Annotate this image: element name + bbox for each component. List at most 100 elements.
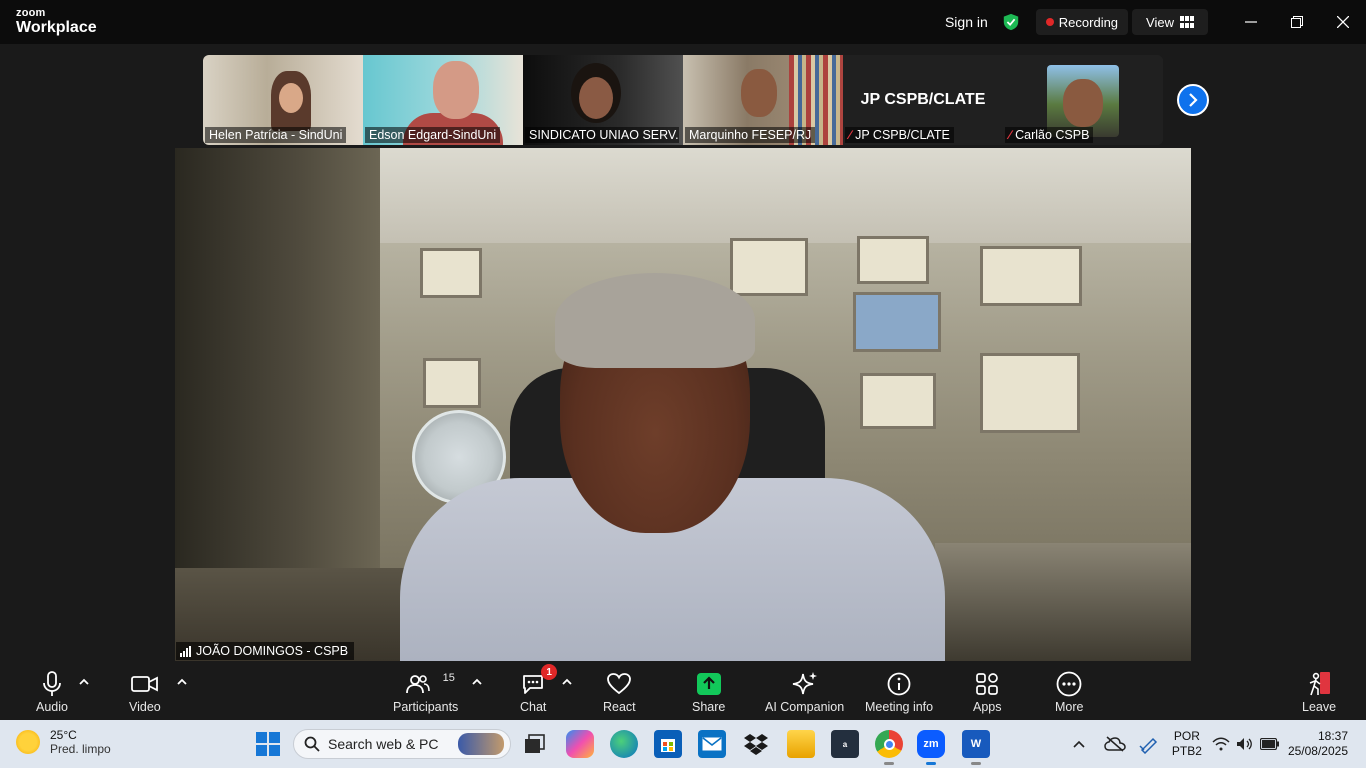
participants-options-chevron-up-icon[interactable] — [471, 676, 483, 688]
mail-icon — [702, 737, 722, 751]
participant-name: JP CSPB/CLATE — [855, 128, 950, 142]
wifi-icon[interactable] — [1212, 737, 1230, 751]
participant-tile[interactable]: Edson Edgard-SindUni — [363, 55, 523, 145]
title-bar: zoom Workplace Sign in Recording View — [0, 0, 1366, 44]
apps-icon — [975, 670, 999, 698]
wall-frame — [420, 248, 482, 298]
chrome-running-indicator — [884, 762, 894, 765]
participant-tile[interactable]: JP CSPB/CLATE ∕ JP CSPB/CLATE — [843, 55, 1003, 145]
minimize-icon — [1245, 21, 1257, 23]
battery-charging-icon[interactable] — [1259, 738, 1280, 750]
participant-name: Carlão CSPB — [1015, 128, 1090, 142]
dropbox-app[interactable] — [742, 730, 770, 758]
apps-button[interactable]: Apps — [973, 670, 1002, 714]
microphone-icon — [41, 670, 63, 698]
muted-mic-icon: ∕ — [1009, 128, 1012, 142]
zoom-app[interactable]: zm — [917, 730, 945, 765]
search-icon — [304, 736, 320, 752]
minimize-button[interactable] — [1228, 0, 1274, 44]
apps-label: Apps — [973, 700, 1002, 714]
share-button[interactable]: Share — [692, 670, 725, 714]
zoom-active-indicator — [926, 762, 936, 765]
camera-icon — [130, 670, 159, 698]
encryption-shield-icon[interactable] — [1002, 13, 1020, 31]
chrome-icon — [883, 738, 895, 750]
ai-companion-label: AI Companion — [765, 700, 845, 714]
leave-label: Leave — [1302, 700, 1337, 714]
participants-button[interactable]: 15 Participants — [393, 670, 458, 714]
react-button[interactable]: React — [603, 670, 636, 714]
amazon-app[interactable]: a — [831, 730, 859, 758]
participants-label: Participants — [393, 700, 459, 714]
view-button[interactable]: View — [1132, 9, 1208, 35]
keyboard-language[interactable]: POR PTB2 — [1172, 729, 1202, 759]
active-speaker-video[interactable] — [175, 148, 1191, 661]
restore-button[interactable] — [1274, 0, 1320, 44]
more-label: More — [1055, 700, 1084, 714]
participant-big-name: JP CSPB/CLATE — [860, 91, 986, 108]
word-app[interactable]: W — [962, 730, 990, 765]
mail-app[interactable] — [698, 730, 726, 758]
recording-indicator[interactable]: Recording — [1035, 9, 1129, 35]
search-placeholder: Search web & PC — [328, 736, 439, 752]
store-icon — [661, 739, 675, 752]
video-options-chevron-up-icon[interactable] — [176, 676, 188, 688]
wall-frame — [730, 238, 808, 296]
brand-bottom: Workplace — [16, 19, 97, 36]
brand-top: zoom — [16, 7, 46, 19]
grid-view-icon — [1180, 16, 1194, 28]
audio-options-chevron-up-icon[interactable] — [78, 676, 90, 688]
search-highlight-image — [458, 733, 504, 755]
video-papers — [935, 543, 1191, 661]
taskbar-search[interactable]: Search web & PC — [293, 729, 511, 759]
app-logo: zoom Workplace — [16, 8, 97, 36]
participant-tile[interactable]: Marquinho FESEP/RJ — [683, 55, 843, 145]
participant-tile[interactable]: SINDICATO UNIAO SERV... — [523, 55, 683, 145]
weather-description: Pred. limpo — [50, 742, 111, 756]
wall-frame — [857, 236, 929, 284]
video-button[interactable]: Video — [129, 670, 161, 714]
language-code: POR — [1173, 729, 1200, 743]
clock-date: 25/08/2025 — [1287, 744, 1348, 758]
participant-face — [741, 69, 777, 117]
task-view-button[interactable] — [521, 730, 549, 758]
audio-button[interactable]: Audio — [36, 670, 68, 714]
chevron-up-icon[interactable] — [1072, 739, 1086, 749]
meeting-info-button[interactable]: Meeting info — [865, 670, 933, 714]
volume-icon[interactable] — [1236, 737, 1254, 751]
weather-widget[interactable]: 25°C Pred. limpo — [16, 728, 111, 756]
close-button[interactable] — [1320, 0, 1366, 44]
start-button[interactable] — [256, 732, 280, 756]
chat-options-chevron-up-icon[interactable] — [561, 676, 573, 688]
participant-tile[interactable]: Helen Patrícia - SindUni — [203, 55, 363, 145]
share-label: Share — [692, 700, 726, 714]
recording-label: Recording — [1058, 14, 1119, 30]
chat-unread-badge: 1 — [541, 664, 558, 680]
sign-in-button[interactable]: Sign in — [945, 14, 988, 30]
weather-temperature: 25°C — [50, 728, 77, 742]
wall-frame — [853, 292, 941, 352]
chrome-app[interactable] — [875, 730, 903, 765]
meeting-info-label: Meeting info — [865, 700, 934, 714]
clock[interactable]: 18:37 25/08/2025 — [1288, 729, 1348, 759]
participants-icon: 15 — [396, 670, 456, 698]
participant-name: SINDICATO UNIAO SERV... — [525, 127, 679, 143]
sparkle-icon — [792, 670, 818, 698]
muted-mic-icon: ∕ — [849, 128, 852, 142]
chat-button[interactable]: 1 Chat — [520, 664, 558, 714]
ai-companion-button[interactable]: AI Companion — [765, 670, 844, 714]
file-explorer-app[interactable] — [787, 730, 815, 758]
pen-tablet-icon[interactable] — [1138, 734, 1160, 754]
dropbox-icon — [744, 734, 768, 755]
next-page-button[interactable] — [1177, 84, 1209, 116]
wall-frame — [980, 353, 1080, 433]
participant-tile[interactable]: ∕ Carlão CSPB — [1003, 55, 1163, 145]
video-label: Video — [129, 700, 161, 714]
store-app[interactable] — [654, 730, 682, 758]
copilot-app[interactable] — [566, 730, 594, 758]
onedrive-offline-icon[interactable] — [1104, 736, 1126, 752]
more-button[interactable]: More — [1055, 670, 1083, 714]
restore-icon — [1291, 16, 1303, 28]
leave-button[interactable]: Leave — [1302, 670, 1336, 714]
edge-app[interactable] — [610, 730, 638, 758]
